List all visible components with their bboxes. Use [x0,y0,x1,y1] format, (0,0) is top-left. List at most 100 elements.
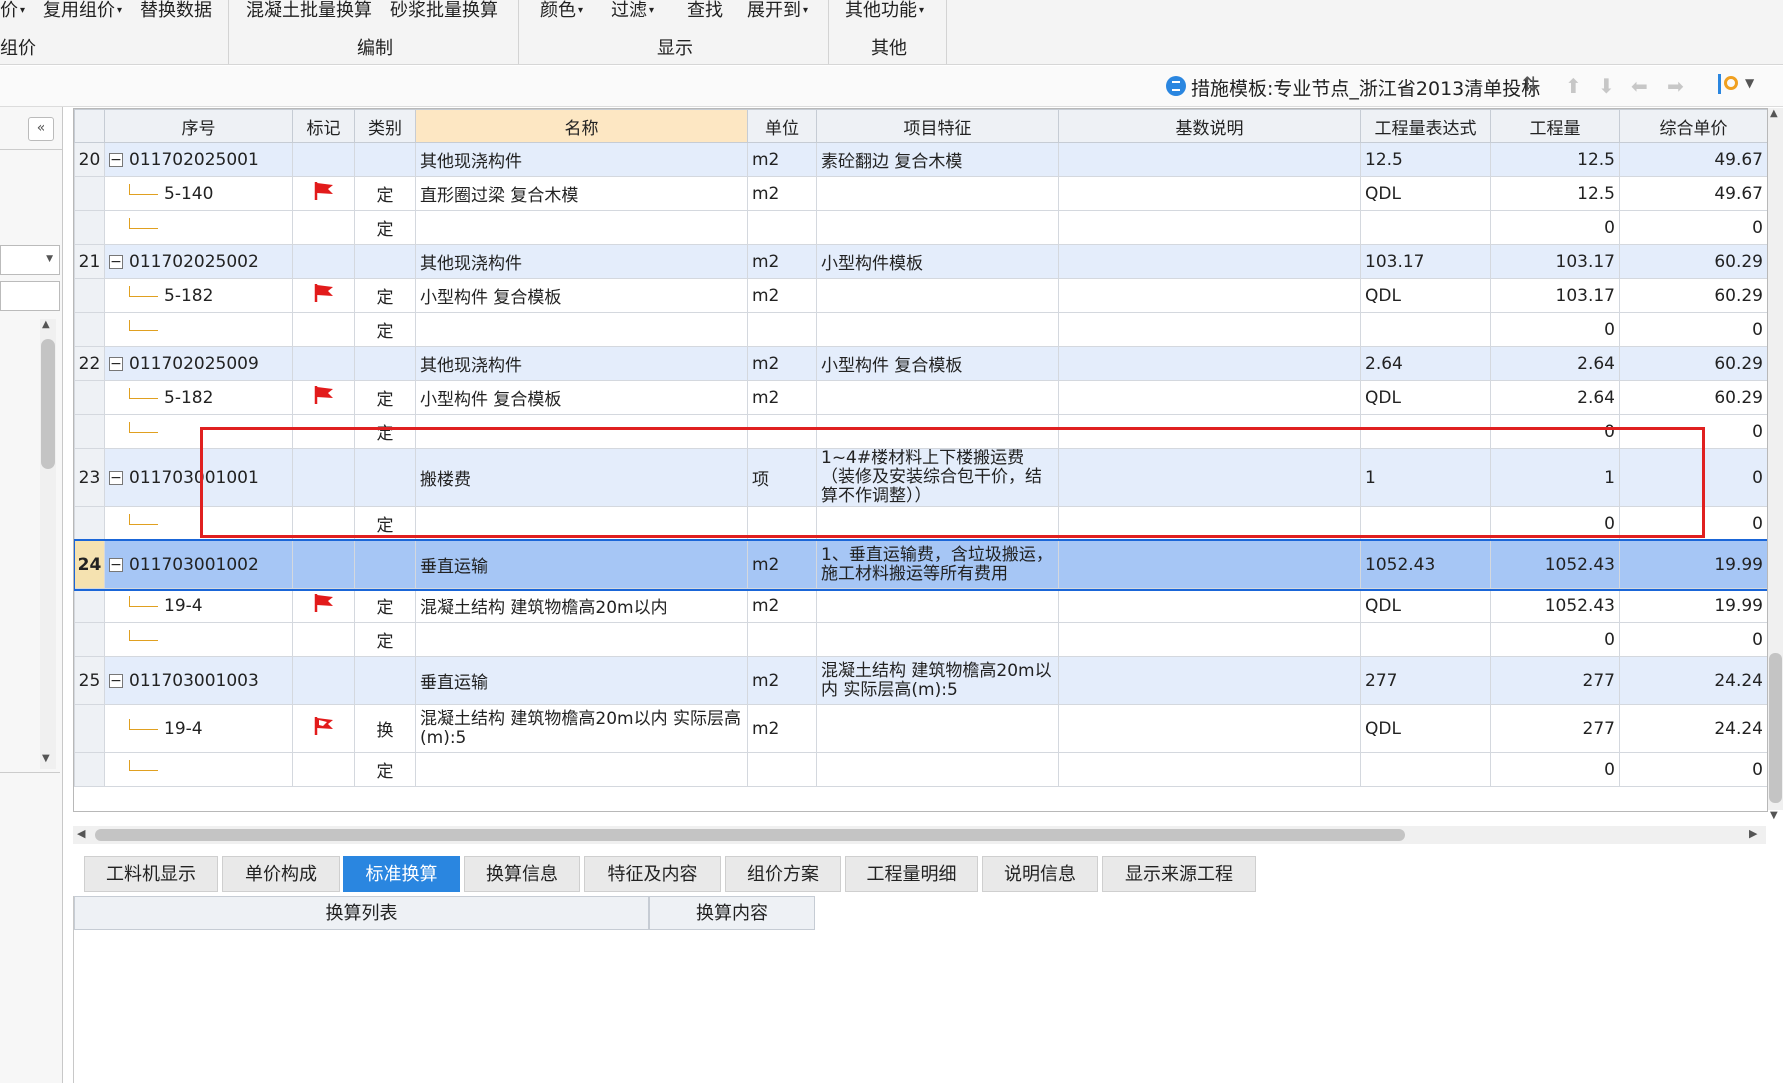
ribbon-button[interactable]: 过滤 ▾ [611,0,654,22]
mark-cell[interactable] [292,210,355,245]
header-cell[interactable]: 工程量表达式 [1360,109,1491,143]
header-cell[interactable]: 基数说明 [1058,109,1361,143]
feature-cell[interactable] [816,176,1059,211]
header-cell[interactable]: 序号 [104,109,293,143]
arrow-up-icon[interactable]: ⬆ [1565,74,1582,98]
feature-cell[interactable] [816,506,1059,541]
mark-cell[interactable] [292,506,355,541]
type-cell[interactable] [354,540,416,589]
type-cell[interactable] [354,656,416,705]
expr-cell[interactable] [1360,622,1491,657]
unit-cell[interactable]: m2 [747,380,817,415]
quantity-cell[interactable]: 277 [1490,704,1620,753]
code-cell[interactable]: 19-4 [104,588,293,623]
unit-cell[interactable] [747,622,817,657]
basis-cell[interactable] [1058,210,1361,245]
mark-cell[interactable] [292,312,355,347]
name-cell[interactable]: 小型构件 复合模板 [415,380,748,415]
mark-cell[interactable] [292,622,355,657]
type-cell[interactable]: 定 [354,176,416,211]
row-index-cell[interactable]: 20 [74,142,105,177]
price-cell[interactable]: 0 [1619,414,1767,449]
mark-cell[interactable] [292,414,355,449]
row-index-cell[interactable] [74,622,105,657]
type-cell[interactable]: 定 [354,506,416,541]
price-cell[interactable]: 60.29 [1619,380,1767,415]
row-index-cell[interactable] [74,506,105,541]
basis-cell[interactable] [1058,142,1361,177]
price-cell[interactable]: 60.29 [1619,346,1767,381]
expr-cell[interactable] [1360,312,1491,347]
row-index-cell[interactable]: 23 [74,448,105,507]
expr-cell[interactable] [1360,414,1491,449]
expr-cell[interactable] [1360,210,1491,245]
quota-row[interactable]: 定 0 0 [74,506,1767,541]
expr-cell[interactable] [1360,506,1491,541]
code-cell[interactable] [104,506,293,541]
basis-cell[interactable] [1058,622,1361,657]
bill-row[interactable]: 20−011702025001 其他现浇构件 m2 素砼翻边 复合木模 12.5 12.5… [74,142,1767,177]
expr-cell[interactable]: 1 [1360,448,1491,507]
unit-cell[interactable]: m2 [747,540,817,589]
basis-cell[interactable] [1058,312,1361,347]
price-cell[interactable]: 60.29 [1619,244,1767,279]
row-index-cell[interactable]: 21 [74,244,105,279]
feature-cell[interactable] [816,380,1059,415]
left-scrollbar[interactable]: ▲ ▼ [40,319,56,769]
ribbon-button[interactable]: 复用组价 ▾ [43,0,122,22]
feature-cell[interactable] [816,210,1059,245]
mark-cell[interactable] [292,588,355,623]
code-cell[interactable] [104,414,293,449]
unit-cell[interactable] [747,414,817,449]
expr-cell[interactable]: 103.17 [1360,244,1491,279]
collapse-icon[interactable]: − [109,152,123,167]
name-cell[interactable]: 其他现浇构件 [415,346,748,381]
mark-cell[interactable] [292,380,355,415]
basis-cell[interactable] [1058,656,1361,705]
expr-cell[interactable]: 1052.43 [1360,540,1491,589]
type-cell[interactable]: 定 [354,414,416,449]
row-index-cell[interactable] [74,380,105,415]
name-cell[interactable]: 小型构件 复合模板 [415,278,748,313]
type-cell[interactable]: 定 [354,312,416,347]
quantity-cell[interactable]: 0 [1490,622,1620,657]
price-cell[interactable]: 49.67 [1619,142,1767,177]
name-cell[interactable] [415,506,748,541]
type-cell[interactable]: 定 [354,588,416,623]
feature-cell[interactable] [816,622,1059,657]
basis-cell[interactable] [1058,176,1361,211]
feature-cell[interactable]: 小型构件模板 [816,244,1059,279]
tab-unit-price[interactable]: 单价构成 [222,856,340,892]
price-cell[interactable]: 24.24 [1619,656,1767,705]
quantity-cell[interactable]: 0 [1490,414,1620,449]
mark-cell[interactable] [292,176,355,211]
feature-cell[interactable]: 小型构件 复合模板 [816,346,1059,381]
mark-cell[interactable] [292,244,355,279]
grid-vertical-scrollbar[interactable]: ▲ ▼ [1768,108,1783,821]
ribbon-button[interactable]: 展开到 ▾ [747,0,808,22]
code-cell[interactable] [104,752,293,787]
expr-cell[interactable]: QDL [1360,704,1491,753]
quota-row[interactable]: 定 0 0 [74,622,1767,657]
type-cell[interactable]: 定 [354,278,416,313]
quantity-cell[interactable]: 0 [1490,506,1620,541]
row-index-cell[interactable]: 25 [74,656,105,705]
scroll-thumb[interactable] [1769,653,1782,803]
header-cell[interactable]: 综合单价 [1619,109,1767,143]
header-cell[interactable]: 工程量 [1490,109,1620,143]
expr-cell[interactable]: QDL [1360,176,1491,211]
name-cell[interactable] [415,414,748,449]
ribbon-button[interactable]: 替换数据 [140,0,212,22]
quantity-cell[interactable]: 2.64 [1490,346,1620,381]
quantity-cell[interactable]: 103.17 [1490,244,1620,279]
expr-cell[interactable]: QDL [1360,278,1491,313]
mark-cell[interactable] [292,656,355,705]
code-cell[interactable]: 5-182 [104,278,293,313]
type-cell[interactable] [354,448,416,507]
price-cell[interactable]: 0 [1619,506,1767,541]
type-cell[interactable]: 定 [354,210,416,245]
name-cell[interactable]: 垂直运输 [415,540,748,589]
name-cell[interactable]: 混凝土结构 建筑物檐高20m以内 实际层高(m):5 [415,704,748,753]
unit-cell[interactable]: m2 [747,588,817,623]
basis-cell[interactable] [1058,346,1361,381]
